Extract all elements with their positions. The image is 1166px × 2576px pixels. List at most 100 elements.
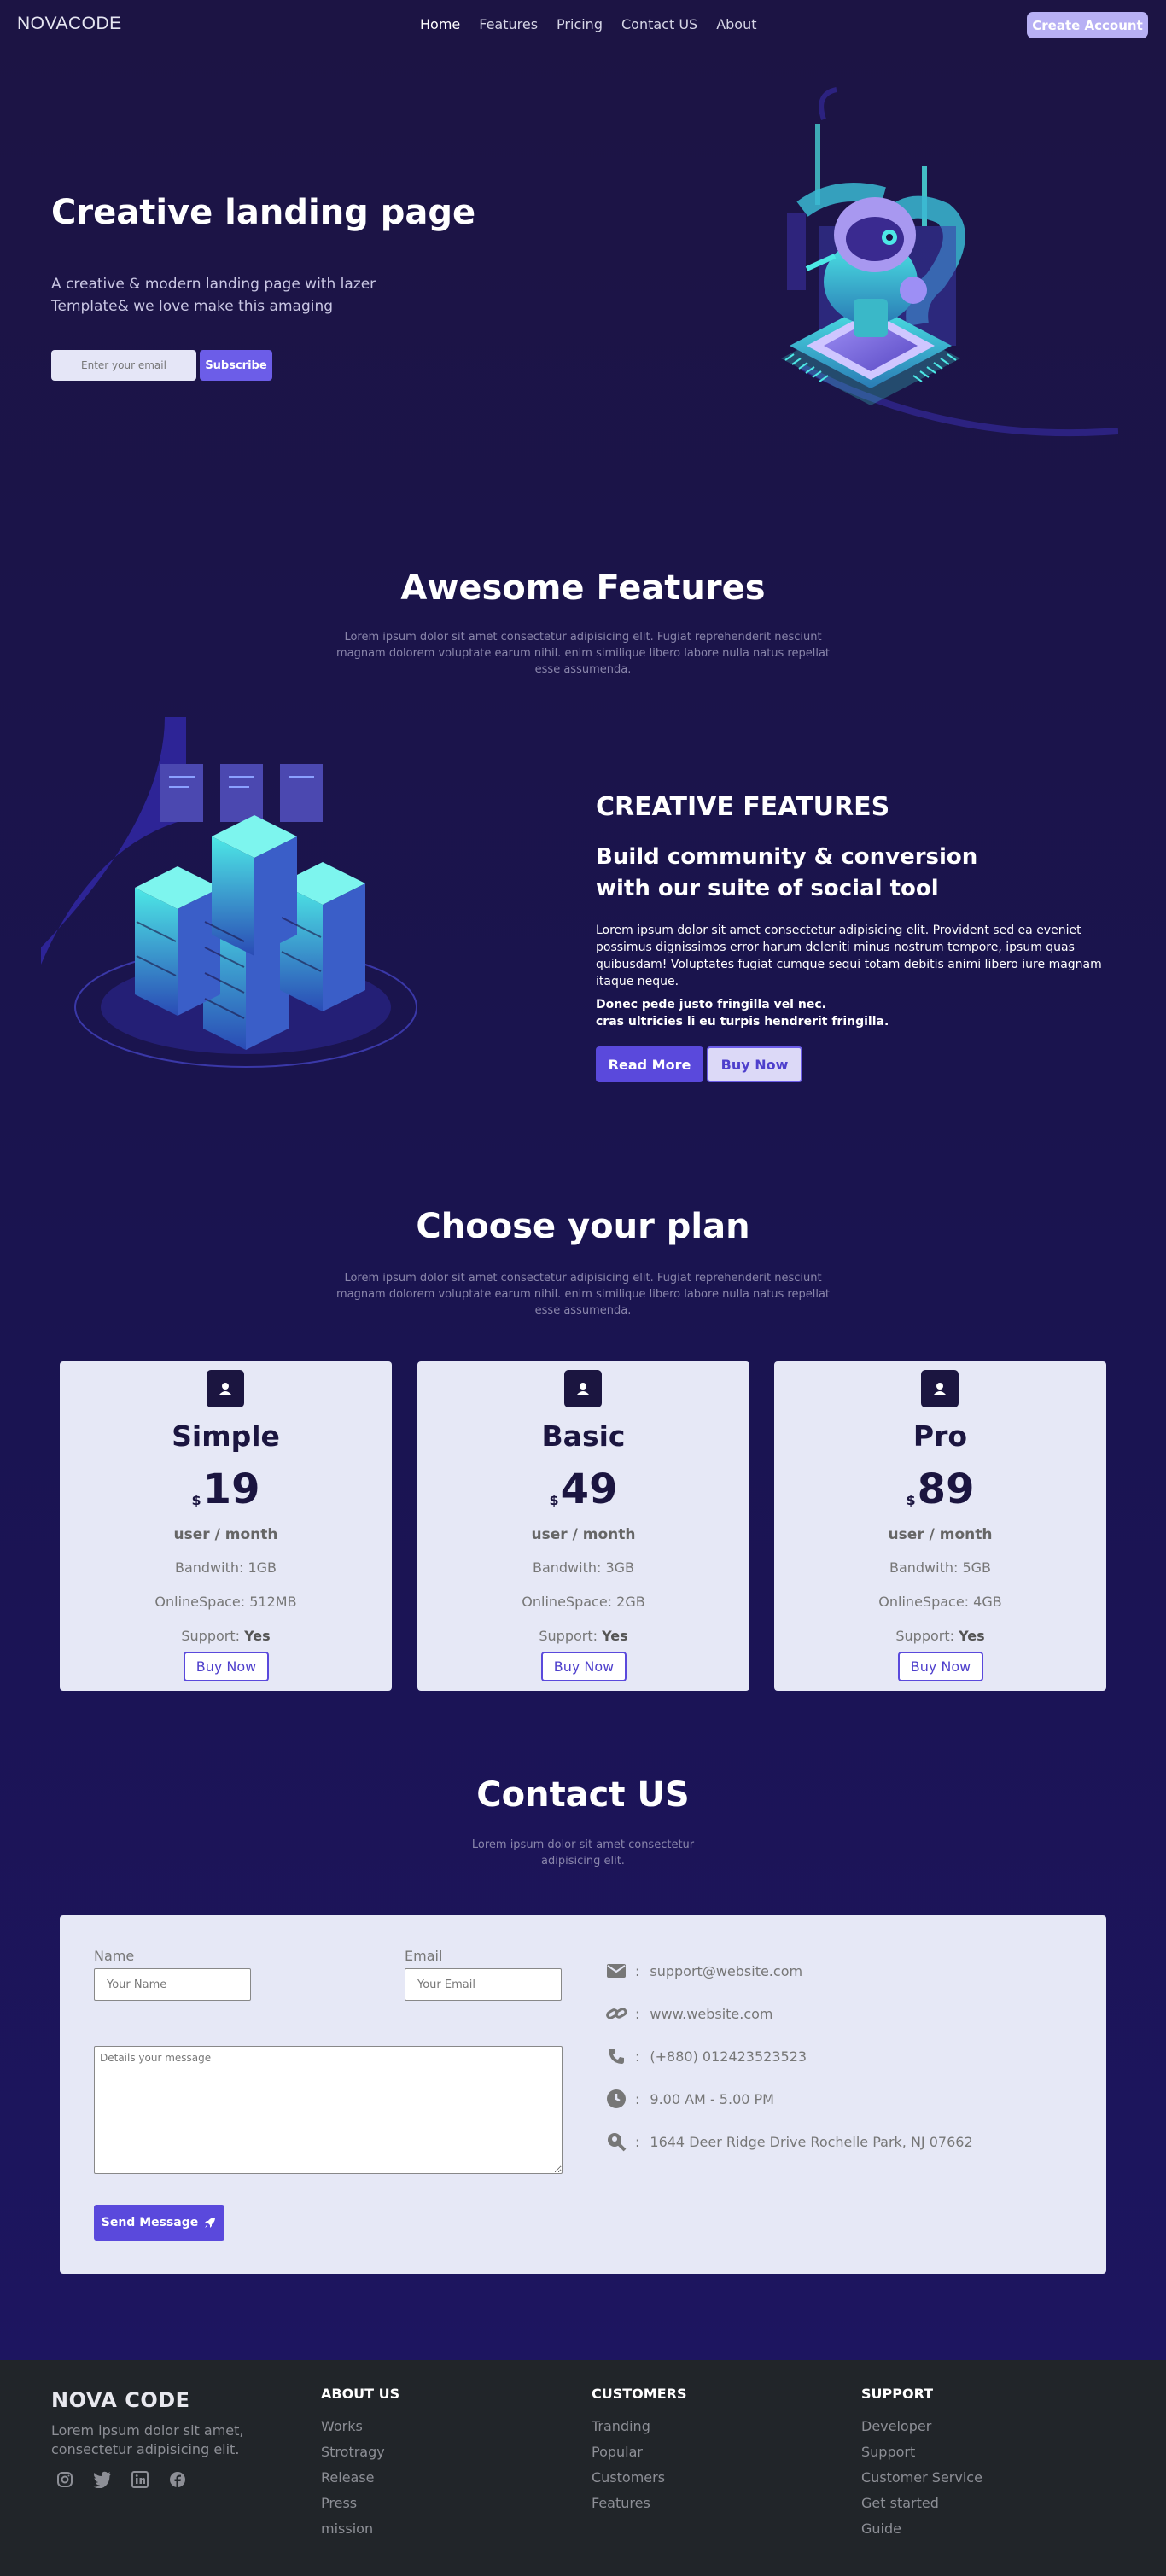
facebook-icon[interactable] (167, 2469, 188, 2490)
nav-link-home[interactable]: Home (420, 16, 460, 32)
footer-link[interactable]: Developer (861, 2414, 982, 2439)
currency-symbol: $ (549, 1492, 559, 1508)
contact-info-website: : www.website.com (604, 2001, 773, 2026)
plan-price: $49 (417, 1466, 749, 1513)
footer-link[interactable]: Features (592, 2491, 686, 2516)
currency-symbol: $ (191, 1492, 201, 1508)
footer-link[interactable]: Get started (861, 2491, 982, 2516)
price-value: 19 (202, 1466, 260, 1513)
linkedin-icon[interactable] (130, 2469, 150, 2490)
footer-link[interactable]: Works (321, 2414, 399, 2439)
plan-name: Pro (912, 1419, 968, 1453)
plan-price: $19 (60, 1466, 392, 1513)
plan-support: Support: Yes (417, 1628, 749, 1644)
bandwidth-label: Bandwith: (532, 1559, 606, 1576)
email-input[interactable] (405, 1968, 562, 2001)
space-label: OnlineSpace: (154, 1594, 250, 1610)
robot-chip-illustration (781, 87, 1118, 437)
nav-link-features[interactable]: Features (479, 16, 538, 32)
features-description: Lorem ipsum dolor sit amet consectetur a… (335, 631, 831, 676)
footer-column-support: SUPPORT Developer Support Customer Servi… (861, 2386, 982, 2542)
support-value: Yes (959, 1628, 985, 1644)
plan-name: Simple (172, 1419, 280, 1453)
pricing-title: Choose your plan (416, 1207, 750, 1246)
separator: : (635, 2048, 640, 2065)
nav-menu: Home Features Pricing Contact US About (420, 16, 776, 32)
footer-link[interactable]: Popular (592, 2439, 686, 2465)
footer-description: Lorem ipsum dolor sit amet, consectetur … (51, 2422, 244, 2457)
footer-link[interactable]: Strotragy (321, 2439, 399, 2465)
footer-link[interactable]: mission (321, 2516, 399, 2542)
footer-link[interactable]: Guide (861, 2516, 982, 2542)
contact-title: Contact US (476, 1775, 690, 1815)
plan-card-pro: Pro $89 user / month Bandwith: 5GB Onlin… (774, 1361, 1106, 1691)
footer-column-customers: CUSTOMERS Tranding Popular Customers Fea… (592, 2386, 686, 2516)
plan-online-space: OnlineSpace: 512MB (60, 1594, 392, 1610)
hero-email-input[interactable] (51, 350, 196, 381)
support-label: Support: (895, 1628, 959, 1644)
email-label: Email (405, 1948, 443, 1964)
create-account-button[interactable]: Create Account (1027, 12, 1148, 38)
hero-subtitle: A creative & modern landing page with la… (51, 276, 376, 315)
features-highlight-line-1: Donec pede justo fringilla vel nec. (596, 998, 826, 1011)
twitter-icon[interactable] (92, 2469, 113, 2490)
nav-link-pricing[interactable]: Pricing (557, 16, 603, 32)
contact-info-address: : 1644 Deer Ridge Drive Rochelle Park, N… (604, 2129, 973, 2154)
location-search-icon (604, 2130, 628, 2153)
plan-online-space: OnlineSpace: 2GB (417, 1594, 749, 1610)
plan-buy-now-button[interactable]: Buy Now (541, 1652, 627, 1681)
features-buy-now-button[interactable]: Buy Now (707, 1046, 802, 1082)
instagram-icon[interactable] (55, 2469, 75, 2490)
separator: : (635, 1962, 640, 1979)
footer-column-title: SUPPORT (861, 2386, 934, 2402)
user-icon (564, 1370, 602, 1407)
name-input[interactable] (94, 1968, 251, 2001)
footer-brand: NOVA CODE (51, 2388, 190, 2412)
contact-info-email: : support@website.com (604, 1958, 802, 1984)
contact-card: Name Email Send Message : support@websit… (60, 1915, 1106, 2274)
read-more-button[interactable]: Read More (596, 1046, 703, 1082)
support-label: Support: (539, 1628, 603, 1644)
contact-info-phone: : (+880) 012423523523 (604, 2043, 807, 2069)
footer-link[interactable]: Support (861, 2439, 982, 2465)
send-message-button[interactable]: Send Message (94, 2205, 224, 2241)
contact-phone-text[interactable]: (+880) 012423523523 (650, 2049, 807, 2065)
server-illustration (41, 717, 417, 1068)
space-label: OnlineSpace: (522, 1594, 617, 1610)
plan-bandwidth: Bandwith: 1GB (60, 1559, 392, 1576)
nav-link-contact[interactable]: Contact US (621, 16, 697, 32)
bandwidth-label: Bandwith: (889, 1559, 963, 1576)
footer-link[interactable]: Customer Service (861, 2465, 982, 2491)
contact-info-hours: : 9.00 AM - 5.00 PM (604, 2086, 774, 2112)
space-value: 4GB (973, 1594, 1002, 1610)
features-paragraph: Lorem ipsum dolor sit amet consectetur a… (596, 924, 1102, 988)
support-value: Yes (244, 1628, 271, 1644)
plan-buy-now-button[interactable]: Buy Now (184, 1652, 269, 1681)
plan-bandwidth: Bandwith: 3GB (417, 1559, 749, 1576)
plan-online-space: OnlineSpace: 4GB (774, 1594, 1106, 1610)
subscribe-button[interactable]: Subscribe (200, 350, 272, 381)
user-icon (921, 1370, 959, 1407)
brand-logo[interactable]: NOVACODE (17, 14, 122, 34)
footer-column-about: ABOUT US Works Strotragy Release Press m… (321, 2386, 399, 2542)
footer-link[interactable]: Customers (592, 2465, 686, 2491)
space-value: 2GB (616, 1594, 645, 1610)
footer-link[interactable]: Press (321, 2491, 399, 2516)
plan-buy-now-button[interactable]: Buy Now (898, 1652, 983, 1681)
contact-website-text[interactable]: www.website.com (650, 2006, 772, 2022)
contact-email-text[interactable]: support@website.com (650, 1963, 802, 1979)
bandwidth-label: Bandwith: (174, 1559, 248, 1576)
message-textarea[interactable] (94, 2046, 563, 2174)
currency-symbol: $ (906, 1492, 916, 1508)
space-value: 512MB (249, 1594, 297, 1610)
rocket-icon (205, 2218, 216, 2228)
footer-column-title: CUSTOMERS (592, 2386, 687, 2402)
space-label: OnlineSpace: (878, 1594, 974, 1610)
footer-link[interactable]: Tranding (592, 2414, 686, 2439)
name-label: Name (94, 1948, 135, 1964)
plan-support: Support: Yes (774, 1628, 1106, 1644)
footer-link[interactable]: Release (321, 2465, 399, 2491)
clock-icon (604, 2087, 628, 2111)
support-value: Yes (602, 1628, 628, 1644)
nav-link-about[interactable]: About (716, 16, 756, 32)
